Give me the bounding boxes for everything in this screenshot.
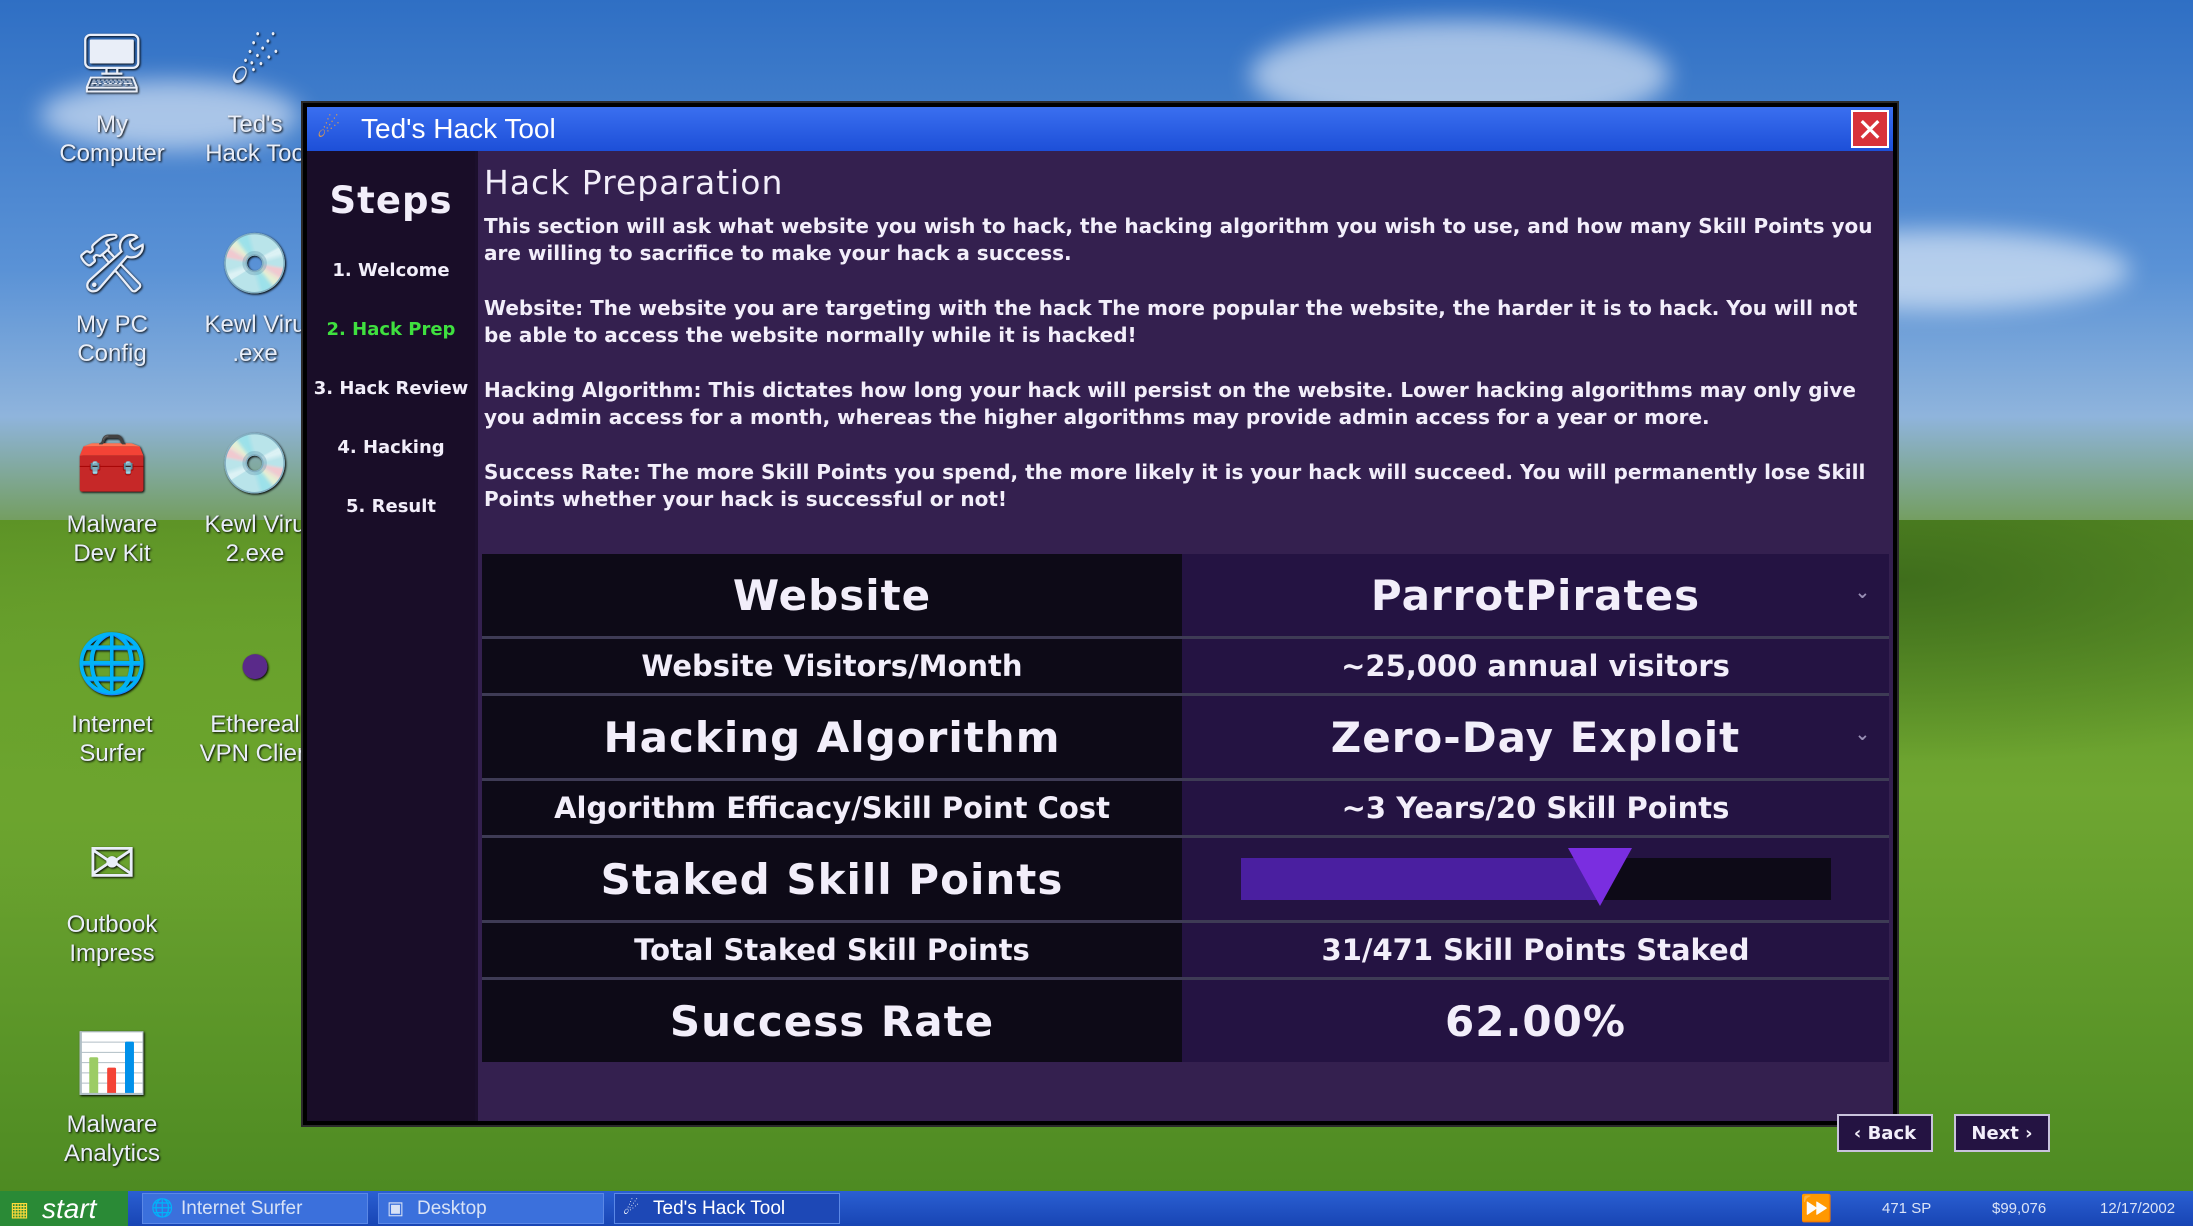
total-staked-row: Total Staked Skill Points 31/471 Skill P…	[482, 923, 1889, 980]
visitors-value: ~25,000 annual visitors	[1182, 639, 1889, 693]
desktop-icon-my-computer[interactable]: 🖥 My Computer	[37, 22, 187, 168]
step-hack-review[interactable]: 3. Hack Review	[307, 378, 475, 399]
globe-icon: 🌐	[151, 1198, 174, 1218]
hack-tool-icon: ☄	[229, 30, 281, 96]
algorithm-value: Zero-Day Exploit	[1330, 712, 1741, 762]
hack-tool-icon: ☄	[317, 114, 341, 144]
steps-title: Steps	[329, 179, 453, 222]
vpn-icon: ●	[237, 630, 273, 696]
visitors-label: Website Visitors/Month	[482, 639, 1182, 693]
windows-logo-icon: ▦	[10, 1196, 29, 1221]
success-rate-value: 62.00%	[1182, 980, 1889, 1062]
website-row: Website ParrotPirates ⌄	[482, 554, 1889, 639]
desktop-icon-label: Malware Dev Kit	[66, 511, 158, 567]
hack-tool-icon: ☄	[623, 1198, 640, 1218]
slider-thumb[interactable]	[1568, 848, 1633, 906]
visitors-row: Website Visitors/Month ~25,000 annual vi…	[482, 639, 1889, 696]
desktop-icon-pc-config[interactable]: 🛠 My PC Config	[37, 222, 187, 368]
chart-icon: 📊	[75, 1030, 149, 1096]
hack-prep-panel: Hack Preparation This section will ask w…	[478, 151, 2050, 1152]
task-hack-tool[interactable]: ☄ Ted's Hack Tool	[614, 1193, 840, 1224]
website-value: ParrotPirates	[1370, 570, 1701, 620]
desktop-icon-outbook[interactable]: ✉ Outbook Impress	[37, 822, 187, 968]
task-label: Ted's Hack Tool	[653, 1197, 786, 1219]
chevron-down-icon: ⌄	[1854, 582, 1871, 603]
step-hacking[interactable]: 4. Hacking	[307, 437, 475, 458]
desktop-icon-malware-analytics[interactable]: 📊 Malware Analytics	[37, 1022, 187, 1168]
total-staked-value: 31/471 Skill Points Staked	[1182, 923, 1889, 977]
page-title: Hack Preparation	[484, 163, 784, 202]
task-label: Internet Surfer	[181, 1197, 303, 1219]
step-result[interactable]: 5. Result	[307, 496, 475, 517]
website-dropdown[interactable]: ParrotPirates ⌄	[1182, 554, 1889, 636]
chevron-down-icon: ⌄	[1854, 724, 1871, 745]
desktop-icon-label: My Computer	[59, 111, 165, 167]
monitor-icon: 🖥	[75, 30, 149, 96]
step-hack-prep[interactable]: 2. Hack Prep	[307, 319, 475, 340]
task-desktop[interactable]: ▣ Desktop	[378, 1193, 604, 1224]
tools-icon: 🛠	[75, 230, 149, 296]
slider-fill	[1240, 858, 1601, 900]
mail-icon: ✉	[87, 830, 137, 896]
steps-sidebar: Steps 1. Welcome 2. Hack Prep 3. Hack Re…	[307, 151, 475, 1121]
staked-label: Staked Skill Points	[482, 838, 1182, 920]
desktop-icon: ▣	[387, 1198, 405, 1218]
efficacy-label: Algorithm Efficacy/Skill Point Cost	[482, 781, 1182, 835]
back-button[interactable]: ‹ Back	[1837, 1114, 1933, 1152]
desktop-icon-label: Malware Analytics	[63, 1111, 161, 1167]
window-title: Ted's Hack Tool	[361, 113, 556, 144]
hack-tool-window: ☄ Ted's Hack Tool ✕ Steps 1. Welcome 2. …	[303, 103, 2050, 1152]
task-internet-surfer[interactable]: 🌐 Internet Surfer	[142, 1193, 368, 1224]
cd-icon: 💿	[218, 230, 292, 296]
desktop-icon-internet-surfer[interactable]: 🌐 Internet Surfer	[37, 622, 187, 768]
start-button[interactable]: ▦ start	[0, 1191, 128, 1226]
algorithm-label: Hacking Algorithm	[482, 696, 1182, 778]
start-label: start	[42, 1192, 97, 1224]
cd-icon: 💿	[218, 430, 292, 496]
success-rate-row: Success Rate 62.00%	[482, 980, 1889, 1062]
website-paragraph: Website: The website you are targeting w…	[484, 296, 1858, 347]
task-label: Desktop	[417, 1197, 487, 1219]
fast-forward-icon[interactable]: ⏩	[1800, 1191, 1832, 1226]
website-label: Website	[482, 554, 1182, 636]
total-staked-label: Total Staked Skill Points	[482, 923, 1182, 977]
skill-points-slider[interactable]	[1240, 848, 1831, 906]
algorithm-row: Hacking Algorithm Zero-Day Exploit ⌄	[482, 696, 1889, 781]
window-titlebar[interactable]: ☄ Ted's Hack Tool ✕	[307, 107, 1893, 151]
staked-row: Staked Skill Points	[482, 838, 1889, 923]
close-button[interactable]: ✕	[1851, 110, 1889, 148]
success-rate-label: Success Rate	[482, 980, 1182, 1062]
hack-settings-table: Website ParrotPirates ⌄ Website Visitors…	[482, 554, 1889, 1062]
globe-icon: 🌐	[75, 630, 149, 696]
desktop-icon-label: Internet Surfer	[71, 711, 153, 767]
efficacy-row: Algorithm Efficacy/Skill Point Cost ~3 Y…	[482, 781, 1889, 838]
algorithm-dropdown[interactable]: Zero-Day Exploit ⌄	[1182, 696, 1889, 778]
intro-paragraph: This section will ask what website you w…	[484, 214, 1873, 265]
date-display: 12/17/2002	[2100, 1200, 2176, 1217]
toolbox-icon: 🧰	[75, 430, 149, 496]
next-button[interactable]: Next ›	[1954, 1114, 2050, 1152]
success-paragraph: Success Rate: The more Skill Points you …	[484, 460, 1866, 511]
desktop-icon-label: Outbook Impress	[66, 911, 158, 967]
money-display: $99,076	[1992, 1200, 2047, 1217]
skill-points-display: 471 SP	[1882, 1200, 1932, 1217]
desktop-icon-malware-dev-kit[interactable]: 🧰 Malware Dev Kit	[37, 422, 187, 568]
efficacy-value: ~3 Years/20 Skill Points	[1182, 781, 1889, 835]
staked-slider-cell	[1182, 838, 1889, 920]
desktop-icon-label: My PC Config	[76, 311, 148, 367]
taskbar: ▦ start 🌐 Internet Surfer ▣ Desktop ☄ Te…	[0, 1191, 2193, 1226]
step-welcome[interactable]: 1. Welcome	[307, 260, 475, 281]
algorithm-paragraph: Hacking Algorithm: This dictates how lon…	[484, 378, 1856, 429]
